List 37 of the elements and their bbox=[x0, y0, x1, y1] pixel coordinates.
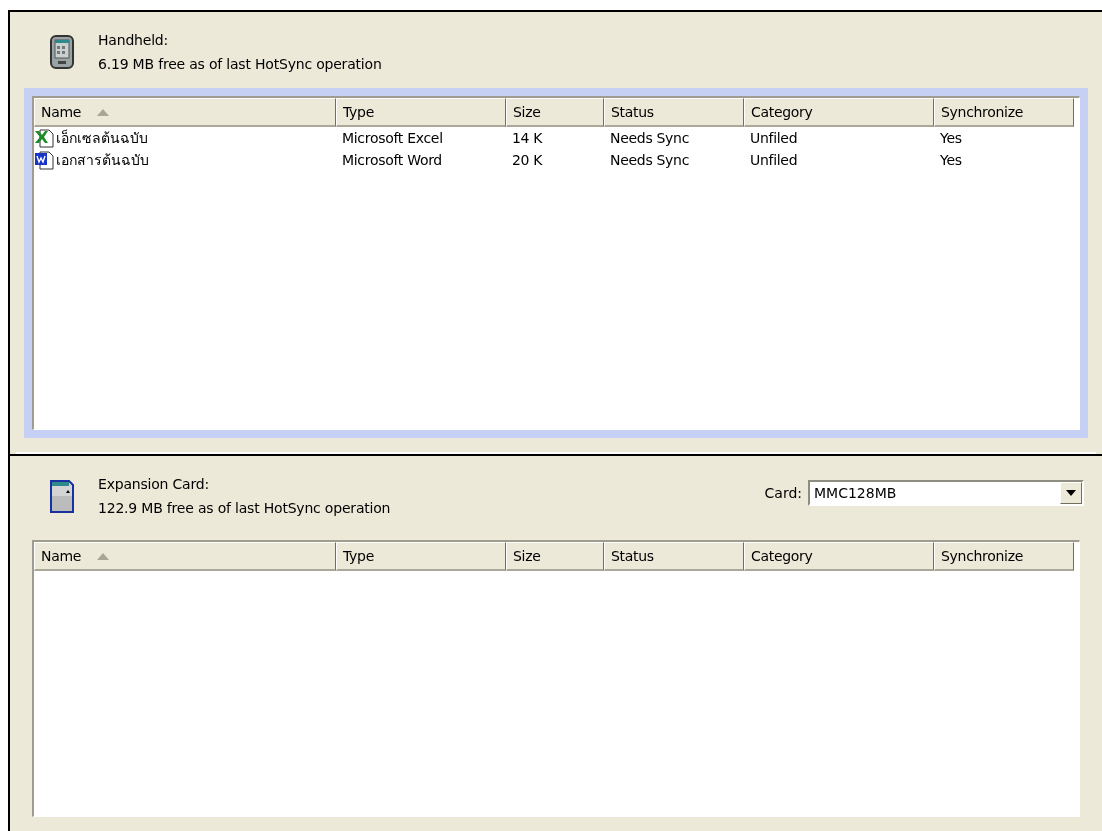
spreadsheet-file-icon bbox=[34, 128, 54, 148]
column-header[interactable]: Status bbox=[604, 542, 744, 572]
table-cell-text: Needs Sync bbox=[609, 130, 691, 146]
column-header[interactable]: Synchronize bbox=[934, 542, 1074, 572]
table-cell-text: 14 K bbox=[511, 130, 544, 146]
column-header[interactable]: Size bbox=[506, 98, 604, 127]
device-title: Expansion Card: bbox=[98, 476, 210, 493]
free-space-text: 6.19 MB free as of last HotSync operation bbox=[98, 56, 383, 72]
table-cell-text: Yes bbox=[939, 152, 963, 168]
column-header[interactable]: Synchronize bbox=[934, 98, 1074, 127]
table-cell-text: 20 K bbox=[511, 152, 544, 168]
table-cell-text: Unfiled bbox=[749, 130, 799, 146]
caret-icon bbox=[1066, 490, 1076, 497]
device-title: Handheld: bbox=[98, 32, 170, 48]
file-list[interactable]: Name Type Size Status Category Synchronize เอ็กเซลต้นฉบับ Microsoft Excel 14 K Needs Sync Unfiled Yes เอกสารต้นฉบับ Microsoft Word 20 K Needs Sync Unfiled Yes bbox=[32, 96, 1080, 431]
table-cell-text: Unfiled bbox=[749, 152, 799, 168]
column-header[interactable]: Size bbox=[506, 542, 604, 572]
file-name[interactable]: เอกสารต้นฉบับ bbox=[56, 149, 149, 171]
card-label: Card: bbox=[764, 485, 802, 502]
file-name[interactable]: เอ็กเซลต้นฉบับ bbox=[56, 127, 148, 149]
column-header[interactable]: Type bbox=[336, 98, 506, 127]
table-cell-text: Yes bbox=[939, 130, 963, 146]
card-dropdown[interactable]: MMC128MB bbox=[808, 480, 1084, 507]
file-list[interactable]: Name Type Size Status Category Synchronize bbox=[32, 540, 1080, 817]
free-space-text: 122.9 MB free as of last HotSync operation bbox=[98, 500, 392, 517]
column-header[interactable]: Category bbox=[744, 98, 934, 127]
table-cell-text: Microsoft Word bbox=[341, 152, 443, 168]
column-header[interactable]: Status bbox=[604, 98, 744, 127]
table-cell-text: Microsoft Excel bbox=[341, 130, 444, 146]
column-header[interactable]: Name bbox=[34, 542, 336, 572]
memory-card-icon bbox=[50, 479, 74, 514]
column-header[interactable]: Type bbox=[336, 542, 506, 572]
document-file-icon bbox=[34, 150, 54, 170]
column-header[interactable]: Category bbox=[744, 542, 934, 572]
table-cell-text: Needs Sync bbox=[609, 152, 691, 168]
column-header[interactable]: Name bbox=[34, 98, 336, 127]
handheld-icon bbox=[50, 35, 74, 69]
